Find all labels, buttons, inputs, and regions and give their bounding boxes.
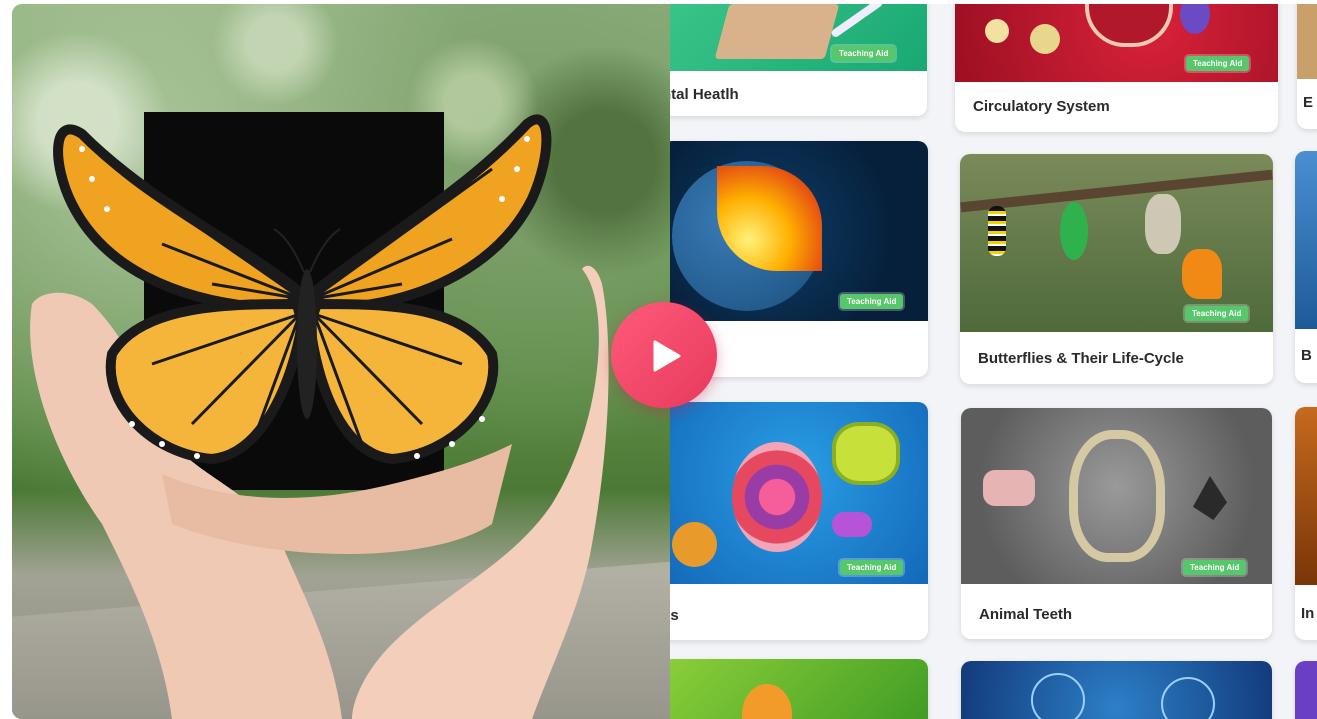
card-title: ntal Heatlh xyxy=(670,86,739,103)
butterfly-body xyxy=(297,269,317,419)
teaching-aid-badge: Teaching Aid xyxy=(1185,306,1249,321)
card-thumbnail xyxy=(1295,661,1317,719)
card-thumbnail xyxy=(1295,407,1317,585)
course-card-row2-partial[interactable]: B xyxy=(1295,151,1317,383)
play-video-button[interactable] xyxy=(611,302,717,408)
card-thumbnail xyxy=(961,408,1272,584)
card-thumbnail xyxy=(670,659,928,719)
teaching-aid-badge: Teaching Aid xyxy=(1186,56,1250,71)
hands-holding-cube-illustration xyxy=(30,112,609,719)
course-card-grid: Teaching Aid ntal Heatlh Teaching Aid Ci… xyxy=(670,4,1317,719)
card-title: lls xyxy=(670,607,679,624)
course-card-plant[interactable] xyxy=(670,659,928,719)
teaching-aid-badge: Teaching Aid xyxy=(840,560,904,575)
card-thumbnail xyxy=(1297,4,1317,79)
card-title: Animal Teeth xyxy=(979,606,1073,623)
teaching-aid-badge: Teaching Aid xyxy=(832,46,896,61)
card-title: B xyxy=(1301,347,1312,364)
teaching-aid-badge: Teaching Aid xyxy=(1183,560,1247,575)
ar-butterfly-photo xyxy=(12,4,670,719)
course-card-mental-health[interactable]: Teaching Aid ntal Heatlh xyxy=(670,4,927,116)
course-card-animal-teeth[interactable]: Teaching Aid Animal Teeth xyxy=(961,408,1272,639)
teaching-aid-badge: Teaching Aid xyxy=(840,294,904,309)
card-title: E xyxy=(1303,94,1314,111)
card-title: In xyxy=(1301,605,1315,622)
course-card-circulatory-system[interactable]: Teaching Aid Circulatory System xyxy=(955,4,1278,132)
card-thumbnail xyxy=(961,661,1272,719)
course-card-cells[interactable]: Teaching Aid lls xyxy=(670,402,928,640)
card-title: Circulatory System xyxy=(973,98,1110,115)
course-card-row1-partial[interactable]: E xyxy=(1297,4,1317,129)
course-card-row4-partial[interactable] xyxy=(1295,661,1317,719)
card-thumbnail xyxy=(1295,151,1317,329)
course-card-row3-partial[interactable]: In xyxy=(1295,407,1317,640)
course-card-butterflies-life-cycle[interactable]: Teaching Aid Butterflies & Their Life-Cy… xyxy=(960,154,1273,384)
card-title: Butterflies & Their Life-Cycle xyxy=(978,350,1184,367)
play-icon xyxy=(653,340,681,372)
card-thumbnail xyxy=(670,402,928,584)
course-card-dna[interactable] xyxy=(961,661,1272,719)
